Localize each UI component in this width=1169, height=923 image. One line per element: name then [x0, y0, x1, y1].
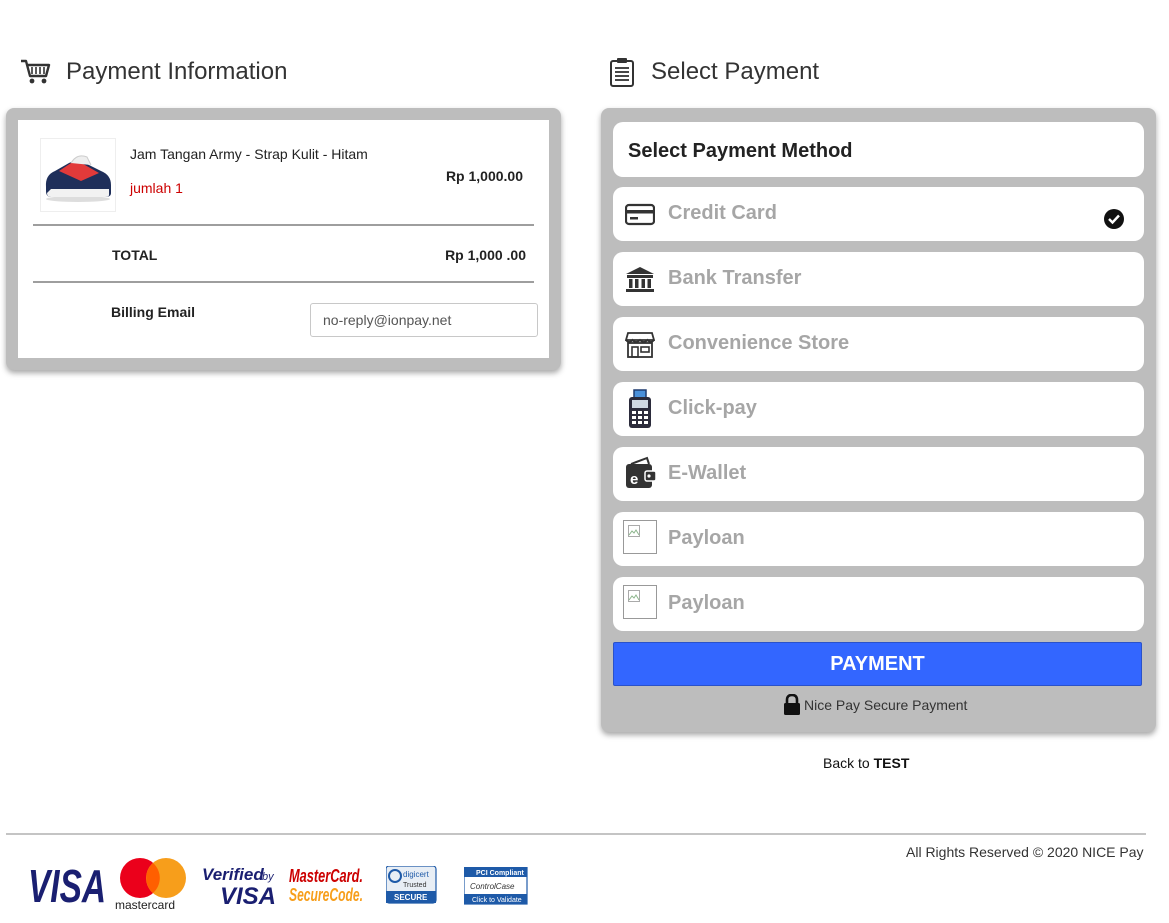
- store-icon: [624, 329, 656, 359]
- total-value: Rp 1,000 .00: [445, 247, 526, 263]
- svg-text:ControlCase: ControlCase: [470, 882, 515, 891]
- product-image: [40, 138, 116, 212]
- lock-icon: [782, 693, 802, 716]
- svg-text:Click to Validate: Click to Validate: [472, 897, 522, 904]
- svg-text:by: by: [262, 871, 275, 883]
- svg-text:Verified: Verified: [202, 865, 264, 884]
- back-link-prefix: Back to: [823, 755, 874, 771]
- total-label: TOTAL: [112, 247, 158, 263]
- divider: [33, 224, 534, 226]
- payment-option-e-wallet[interactable]: e E-Wallet: [613, 447, 1144, 501]
- select-payment-title: Select Payment: [651, 58, 820, 85]
- payment-option-click-pay[interactable]: Click-pay: [613, 382, 1144, 436]
- svg-text:MasterCard.: MasterCard.: [289, 866, 363, 886]
- pci-compliant-logo: PCI Compliant ControlCase Click to Valid…: [463, 866, 528, 910]
- payment-option-label: Payloan: [668, 527, 745, 549]
- check-icon: [1103, 208, 1125, 235]
- svg-text:digicert: digicert: [403, 870, 430, 879]
- payment-info-panel: Jam Tangan Army - Strap Kulit - Hitam ju…: [6, 108, 561, 370]
- broken-image-icon: [623, 585, 657, 619]
- copyright: All Rights Reserved © 2020 NICE Pay: [906, 844, 1144, 860]
- mastercard-securecode-logo: MasterCard. SecureCode.: [289, 866, 365, 909]
- payment-option-label: Bank Transfer: [668, 267, 802, 289]
- digicert-secure-logo: digicert Trusted SECURE: [385, 865, 438, 909]
- broken-image-icon: [623, 520, 657, 554]
- mastercard-logo: mastercard: [110, 856, 196, 917]
- select-payment-panel: Select Payment Method Credit Card Bank T…: [601, 108, 1156, 732]
- product-name: Jam Tangan Army - Strap Kulit - Hitam: [130, 146, 368, 162]
- clipboard-icon: [609, 57, 635, 87]
- payment-option-label: Credit Card: [668, 202, 777, 224]
- svg-text:e: e: [630, 471, 638, 488]
- payment-option-payloan[interactable]: Payloan: [613, 577, 1144, 631]
- secure-payment-note: Nice Pay Secure Payment: [804, 697, 968, 713]
- payment-method-header: Select Payment Method: [613, 122, 1144, 177]
- bank-icon: [625, 264, 655, 294]
- product-price: Rp 1,000.00: [445, 168, 523, 184]
- billing-email-input[interactable]: [310, 303, 538, 337]
- edc-machine-icon: [625, 389, 655, 429]
- svg-text:Trusted: Trusted: [403, 882, 427, 889]
- payment-option-label: Payloan: [668, 592, 745, 614]
- payment-option-payloan[interactable]: Payloan: [613, 512, 1144, 566]
- payment-info-title: Payment Information: [66, 58, 288, 85]
- billing-email-label: Billing Email: [111, 304, 196, 320]
- order-summary: Jam Tangan Army - Strap Kulit - Hitam ju…: [18, 120, 549, 358]
- credit-card-icon: [624, 199, 656, 229]
- svg-text:mastercard: mastercard: [115, 898, 175, 912]
- payment-method-heading: Select Payment Method: [628, 140, 853, 162]
- payment-option-label: Click-pay: [668, 397, 757, 419]
- payment-option-bank-transfer[interactable]: Bank Transfer: [613, 252, 1144, 306]
- back-link[interactable]: Back to TEST: [823, 755, 909, 771]
- payment-option-label: E-Wallet: [668, 462, 747, 484]
- visa-logo: VISA: [28, 858, 108, 913]
- product-quantity: jumlah 1: [130, 180, 183, 196]
- payment-option-convenience-store[interactable]: Convenience Store: [613, 317, 1144, 371]
- svg-text:VISA: VISA: [28, 860, 106, 908]
- cart-icon: [20, 58, 52, 86]
- svg-text:PCI Compliant: PCI Compliant: [476, 870, 525, 877]
- back-link-target: TEST: [873, 755, 910, 771]
- divider: [33, 281, 534, 283]
- payment-button[interactable]: PAYMENT: [613, 642, 1142, 686]
- svg-text:SecureCode.: SecureCode.: [289, 885, 363, 904]
- svg-text:VISA: VISA: [220, 883, 276, 907]
- verified-by-visa-logo: Verified by VISA: [202, 863, 278, 912]
- payment-option-label: Convenience Store: [668, 332, 850, 354]
- payment-option-credit-card[interactable]: Credit Card: [613, 187, 1144, 241]
- footer-divider: [6, 833, 1146, 835]
- svg-text:SECURE: SECURE: [394, 893, 428, 902]
- wallet-icon: e: [625, 456, 657, 490]
